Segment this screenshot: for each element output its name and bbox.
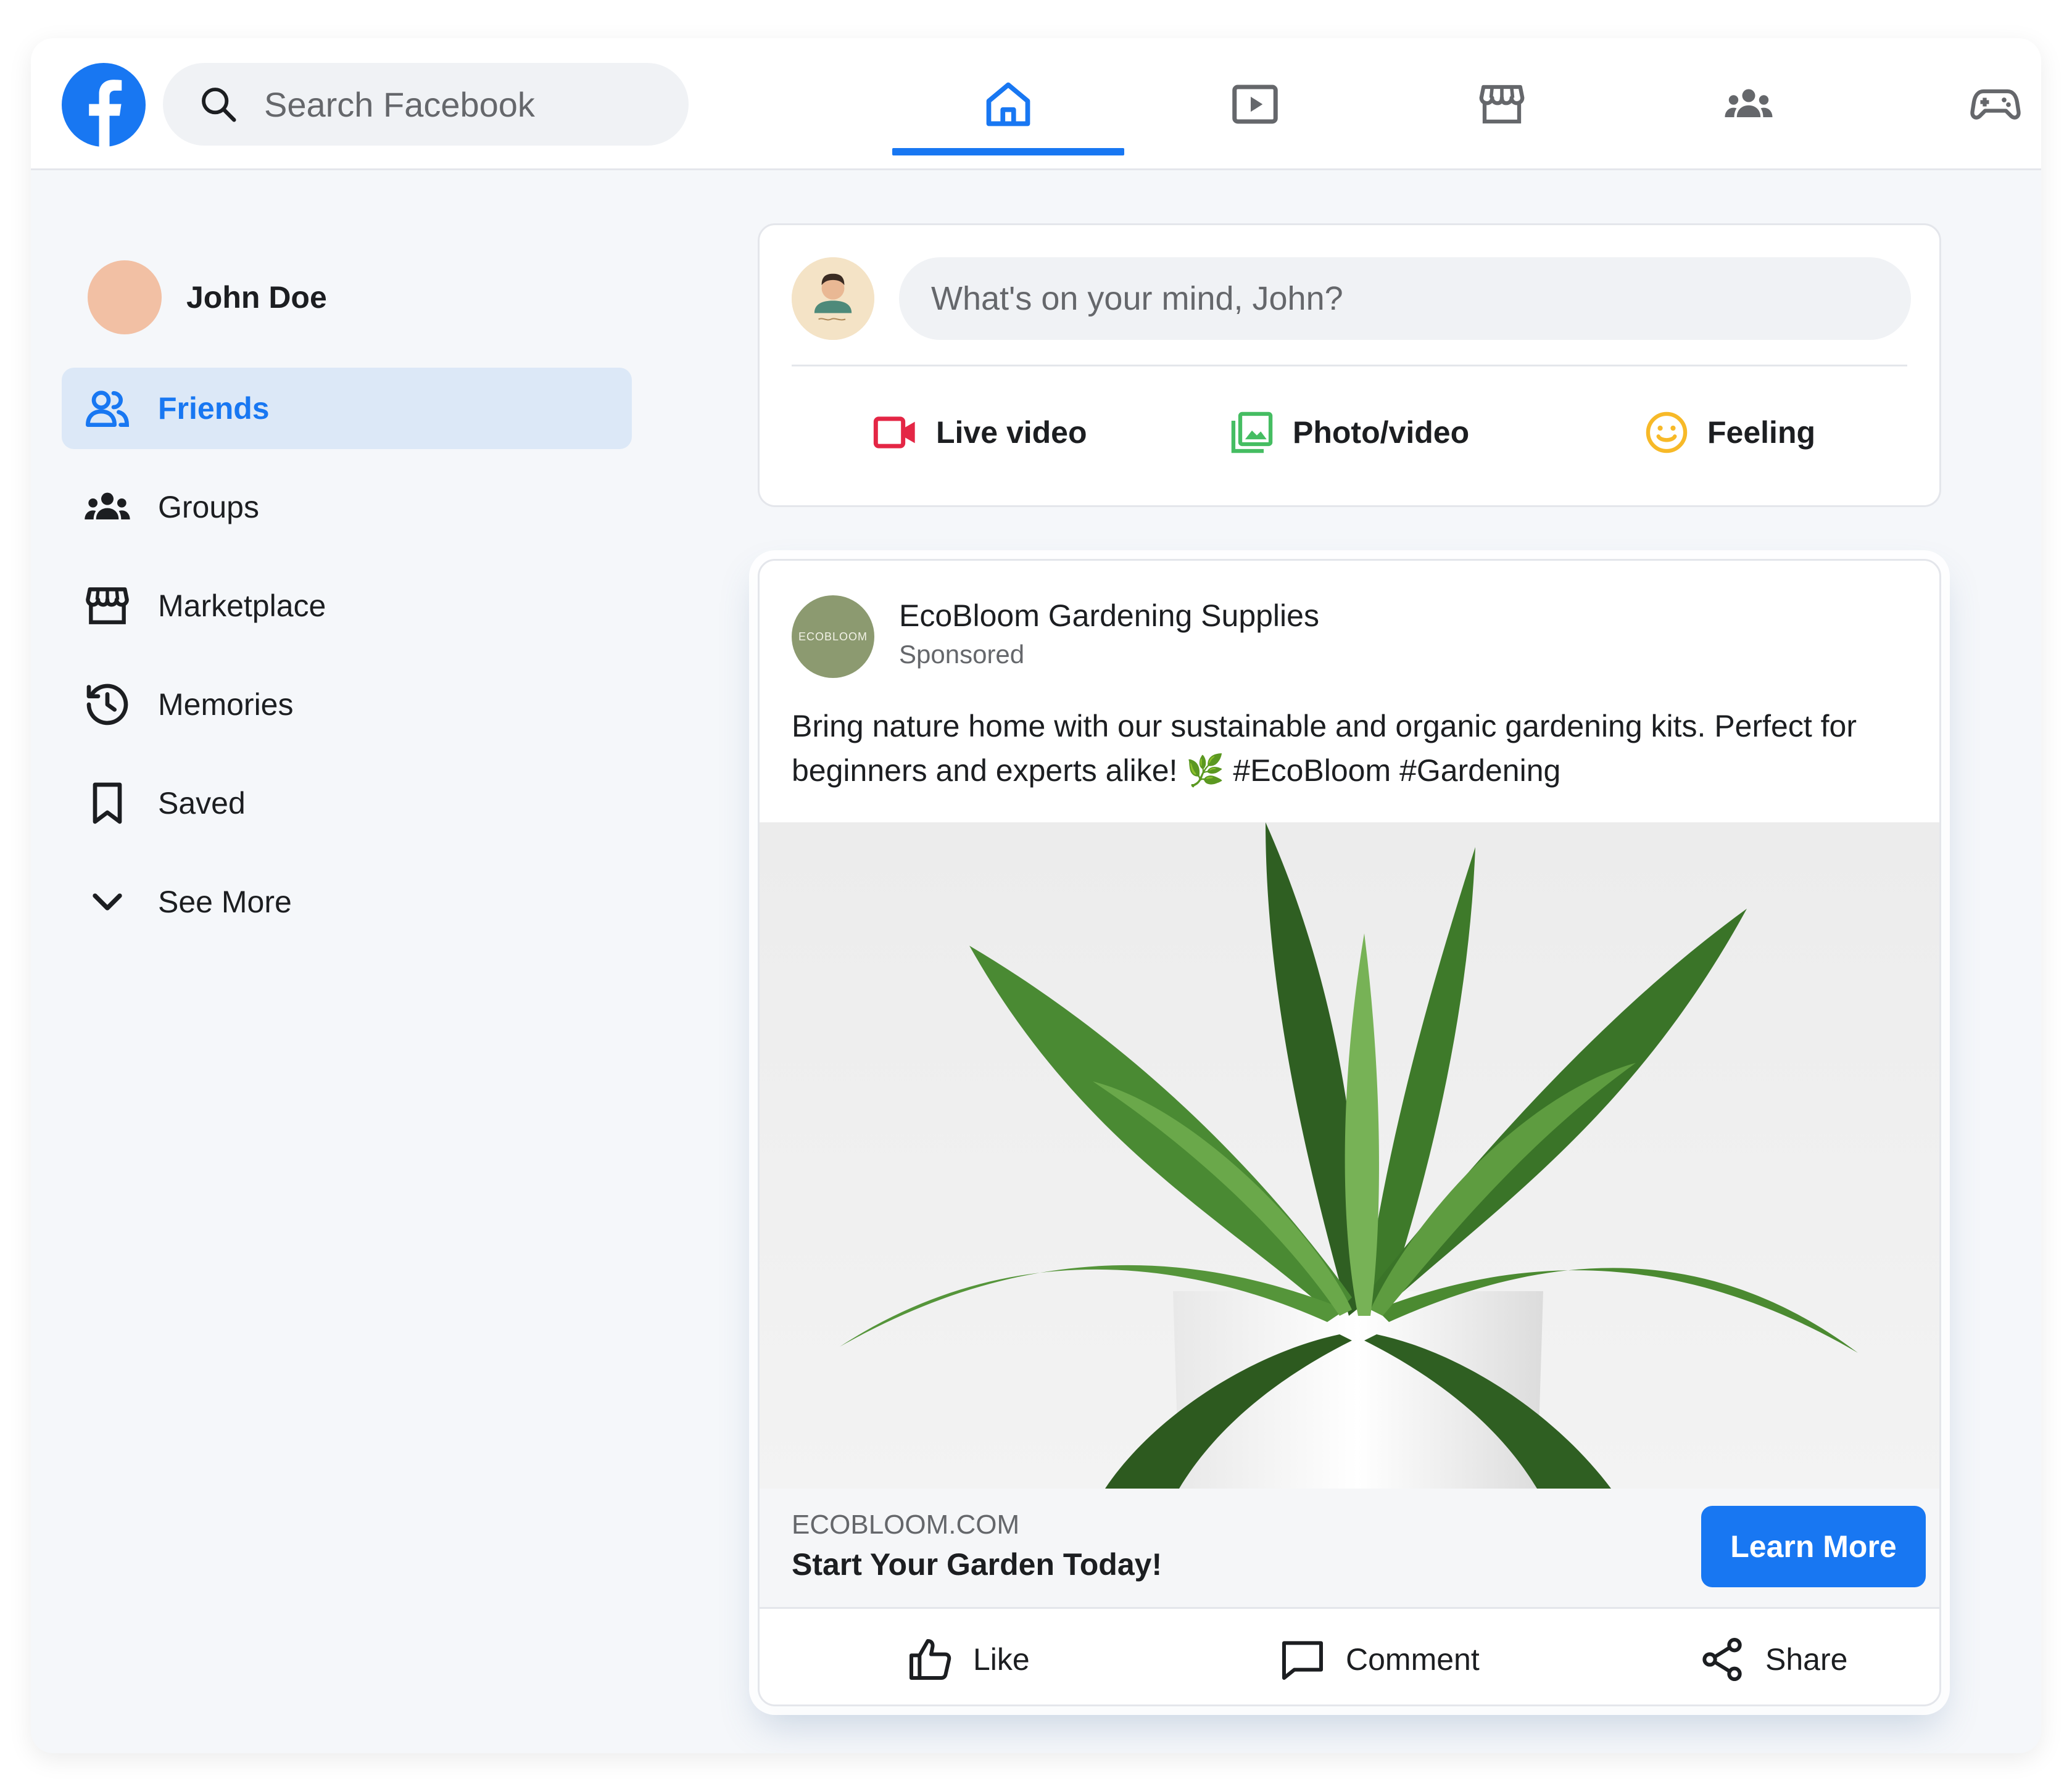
tab-marketplace[interactable]: [1386, 38, 1618, 170]
sidebar-item-label: Groups: [158, 490, 259, 524]
like-icon: [910, 1639, 951, 1680]
post-text: Bring nature home with our sustainable a…: [792, 709, 1857, 788]
video-play-icon: [1232, 85, 1278, 124]
marketplace-icon: [1479, 85, 1525, 124]
search-icon: [202, 88, 236, 122]
sidebar-item-saved[interactable]: Saved: [62, 762, 632, 844]
sidebar-item-label: Saved: [158, 786, 246, 820]
post-composer: What's on your mind, John? Live video Ph…: [758, 223, 1941, 507]
sidebar-item-memories[interactable]: Memories: [62, 664, 632, 745]
page-avatar[interactable]: ECOBLOOM: [792, 595, 874, 678]
tab-watch[interactable]: [1139, 38, 1371, 170]
top-bar: Search Facebook: [31, 38, 2041, 170]
sidebar-item-label: Memories: [158, 687, 294, 722]
tab-home[interactable]: [892, 38, 1124, 170]
whats-on-your-mind-input[interactable]: What's on your mind, John?: [899, 257, 1911, 340]
search-bar[interactable]: Search Facebook: [163, 63, 689, 146]
like-button[interactable]: Like: [905, 1609, 1030, 1704]
sidebar-item-friends[interactable]: Friends: [62, 368, 632, 449]
photo-video-icon: [1231, 411, 1273, 453]
sidebar-item-marketplace[interactable]: Marketplace: [62, 565, 632, 647]
comment-button[interactable]: Comment: [1278, 1609, 1480, 1704]
marketplace-icon: [86, 587, 129, 624]
profile-name: John Doe: [186, 280, 327, 315]
page-name[interactable]: EcoBloom Gardening Supplies: [899, 598, 1319, 634]
sidebar-item-label: See More: [158, 885, 292, 919]
facebook-logo-icon[interactable]: [62, 63, 146, 147]
chevron-down-icon: [93, 893, 122, 911]
sidebar-item-label: Marketplace: [158, 589, 326, 623]
plant-illustration: [840, 822, 1858, 1489]
sponsored-post: ECOBLOOM EcoBloom Gardening Supplies Spo…: [758, 559, 1941, 1706]
search-input[interactable]: Search Facebook: [264, 85, 535, 125]
share-button[interactable]: Share: [1697, 1609, 1847, 1704]
app-window: Search Facebook John Doe Friends Groups …: [31, 38, 2041, 1753]
photo-video-button[interactable]: Photo/video: [1229, 383, 1469, 482]
gamepad-icon: [1970, 89, 2021, 120]
memories-icon: [86, 684, 128, 725]
avatar: [792, 257, 874, 340]
sponsored-label: Sponsored: [899, 640, 1025, 669]
sidebar-item-label: Friends: [158, 391, 270, 426]
learn-more-button[interactable]: Learn More: [1701, 1506, 1926, 1587]
profile-link[interactable]: John Doe: [88, 260, 327, 334]
post-actions: Like Comment Share: [760, 1607, 1939, 1704]
friends-icon: [86, 390, 130, 427]
live-video-button[interactable]: Live video: [872, 383, 1087, 482]
live-video-icon: [873, 416, 915, 448]
ad-headline: Start Your Garden Today!: [792, 1547, 1162, 1582]
feeling-icon: [1646, 411, 1688, 453]
home-icon: [986, 82, 1030, 126]
post-image[interactable]: [760, 822, 1939, 1489]
tab-groups[interactable]: [1633, 38, 1865, 170]
ad-link-preview[interactable]: ECOBLOOM.COM Start Your Garden Today! Le…: [760, 1489, 1939, 1607]
sidebar-item-groups[interactable]: Groups: [62, 466, 632, 548]
tab-gaming[interactable]: [1879, 38, 2041, 170]
groups-icon: [85, 492, 130, 519]
ad-domain: ECOBLOOM.COM: [792, 1510, 1020, 1540]
share-icon: [1702, 1638, 1742, 1681]
saved-icon: [93, 782, 122, 824]
feeling-button[interactable]: Feeling: [1643, 383, 1815, 482]
comment-icon: [1282, 1641, 1323, 1680]
divider: [792, 365, 1907, 366]
avatar: [88, 260, 162, 334]
groups-icon: [1725, 89, 1773, 117]
sidebar-item-see-more[interactable]: See More: [62, 861, 632, 943]
user-avatar-icon: [792, 257, 874, 340]
